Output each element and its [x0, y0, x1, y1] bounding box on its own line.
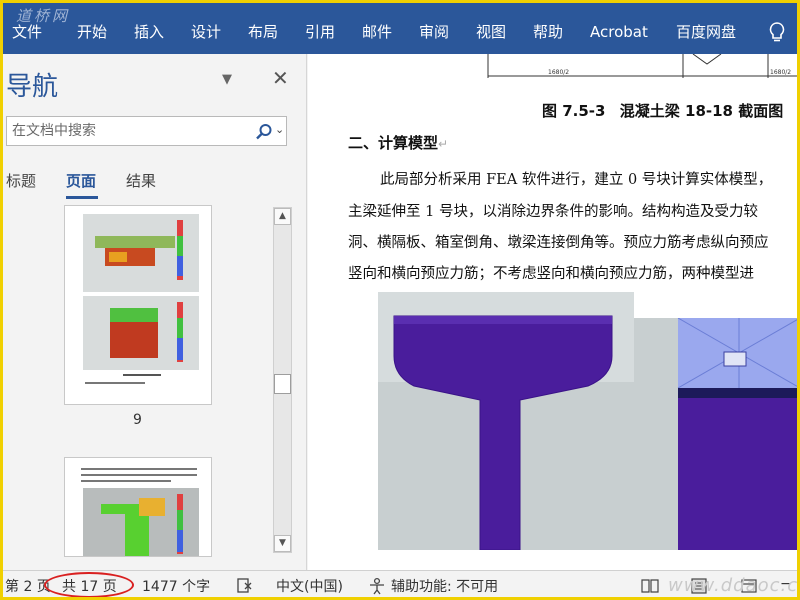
heading-text: 二、计算模型 — [348, 134, 439, 152]
proofing-icon[interactable] — [236, 577, 254, 595]
scroll-down-icon[interactable]: ▼ — [274, 535, 291, 552]
tab-acrobat[interactable]: Acrobat — [590, 20, 648, 44]
document-page[interactable]: 1680/2 1680/2 图 7.5-3 混凝土梁 18-18 截面图 二、计… — [308, 54, 800, 570]
tab-insert[interactable]: 插入 — [134, 20, 164, 44]
search-options-chevron-icon[interactable]: ⌄ — [275, 123, 284, 136]
thumbnail-scrollbar[interactable]: ▲ ▼ — [273, 207, 292, 553]
accessibility-status[interactable]: 辅助功能: 不可用 — [391, 576, 498, 596]
lightbulb-icon[interactable] — [766, 20, 788, 44]
tab-pages[interactable]: 页面 — [66, 170, 96, 191]
page-thumbnail-image — [81, 468, 199, 556]
language-indicator[interactable]: 中文(中国) — [276, 576, 343, 596]
paragraph-line: 竖向和横向预应力筋；不考虑竖向和横向预应力筋，两种模型进 — [348, 266, 754, 282]
highlight-circle — [44, 572, 134, 598]
paragraph-line: 主梁延伸至 1 号块，以消除边界条件的影响。结构构造及受力较 — [348, 204, 758, 220]
scrollbar-thumb[interactable] — [274, 374, 291, 394]
tab-design[interactable]: 设计 — [191, 20, 221, 44]
close-icon[interactable]: ✕ — [272, 66, 289, 90]
page-thumbnail-10[interactable] — [64, 457, 212, 557]
section-heading: 二、计算模型↵ — [348, 132, 448, 153]
word-count[interactable]: 1477 个字 — [142, 576, 210, 596]
fea-cross-section-image — [378, 292, 634, 550]
tab-results[interactable]: 结果 — [126, 170, 156, 191]
chevron-down-icon[interactable]: ▼ — [222, 72, 232, 87]
navigation-pane: 导航 ▼ ✕ ⌄ 标题 页面 结果 9 — [0, 54, 307, 570]
drawing-fragment: 1680/2 1680/2 — [487, 54, 800, 78]
paragraph-line: 此局部分析采用 FEA 软件进行，建立 0 号块计算实体模型， — [380, 172, 773, 188]
status-bar: 第 2 页 共 17 页 1477 个字 中文(中国) 辅助功能: 不可用 − … — [0, 570, 800, 600]
tab-home[interactable]: 开始 — [77, 20, 107, 44]
paragraph-line: 洞、横隔板、箱室倒角、墩梁连接倒角等。预应力筋考虑纵向预应 — [348, 235, 769, 251]
tab-baidu-netdisk[interactable]: 百度网盘 — [676, 20, 736, 44]
accessibility-icon[interactable] — [368, 577, 388, 595]
page-thumbnail-image — [83, 214, 199, 384]
tab-headings[interactable]: 标题 — [6, 170, 36, 191]
read-mode-icon[interactable] — [640, 578, 660, 594]
site-watermark: www.ddaoc.com — [668, 575, 800, 596]
figure-caption: 图 7.5-3 混凝土梁 18-18 截面图 — [542, 100, 783, 121]
nav-title: 导航 — [6, 72, 59, 102]
ribbon-tabs: 文件 开始 插入 设计 布局 引用 邮件 审阅 视图 帮助 Acrobat 百度… — [0, 20, 800, 44]
tab-review[interactable]: 审阅 — [419, 20, 449, 44]
caption-number: 图 7.5-3 — [542, 102, 606, 120]
paragraph-mark-icon: ↵ — [438, 137, 449, 151]
dimension-label: 1680/2 — [770, 69, 791, 76]
active-tab-indicator — [66, 196, 98, 199]
ribbon: 道桥网 文件 开始 插入 设计 布局 引用 邮件 审阅 视图 帮助 Acroba… — [0, 0, 800, 54]
tab-references[interactable]: 引用 — [305, 20, 335, 44]
tab-help[interactable]: 帮助 — [533, 20, 563, 44]
search-input[interactable] — [12, 121, 242, 141]
page-number-label: 9 — [133, 412, 142, 428]
page-thumbnail-9[interactable] — [64, 205, 212, 405]
fea-3d-model-image — [634, 318, 800, 550]
dimension-label: 1680/2 — [548, 69, 569, 76]
tab-file[interactable]: 文件 — [12, 20, 42, 44]
tab-layout[interactable]: 布局 — [248, 20, 278, 44]
tab-mailings[interactable]: 邮件 — [362, 20, 392, 44]
scroll-up-icon[interactable]: ▲ — [274, 208, 291, 225]
search-box: ⌄ — [6, 116, 287, 146]
tab-view[interactable]: 视图 — [476, 20, 506, 44]
search-icon[interactable] — [255, 123, 273, 141]
caption-text: 混凝土梁 18-18 截面图 — [619, 102, 784, 120]
